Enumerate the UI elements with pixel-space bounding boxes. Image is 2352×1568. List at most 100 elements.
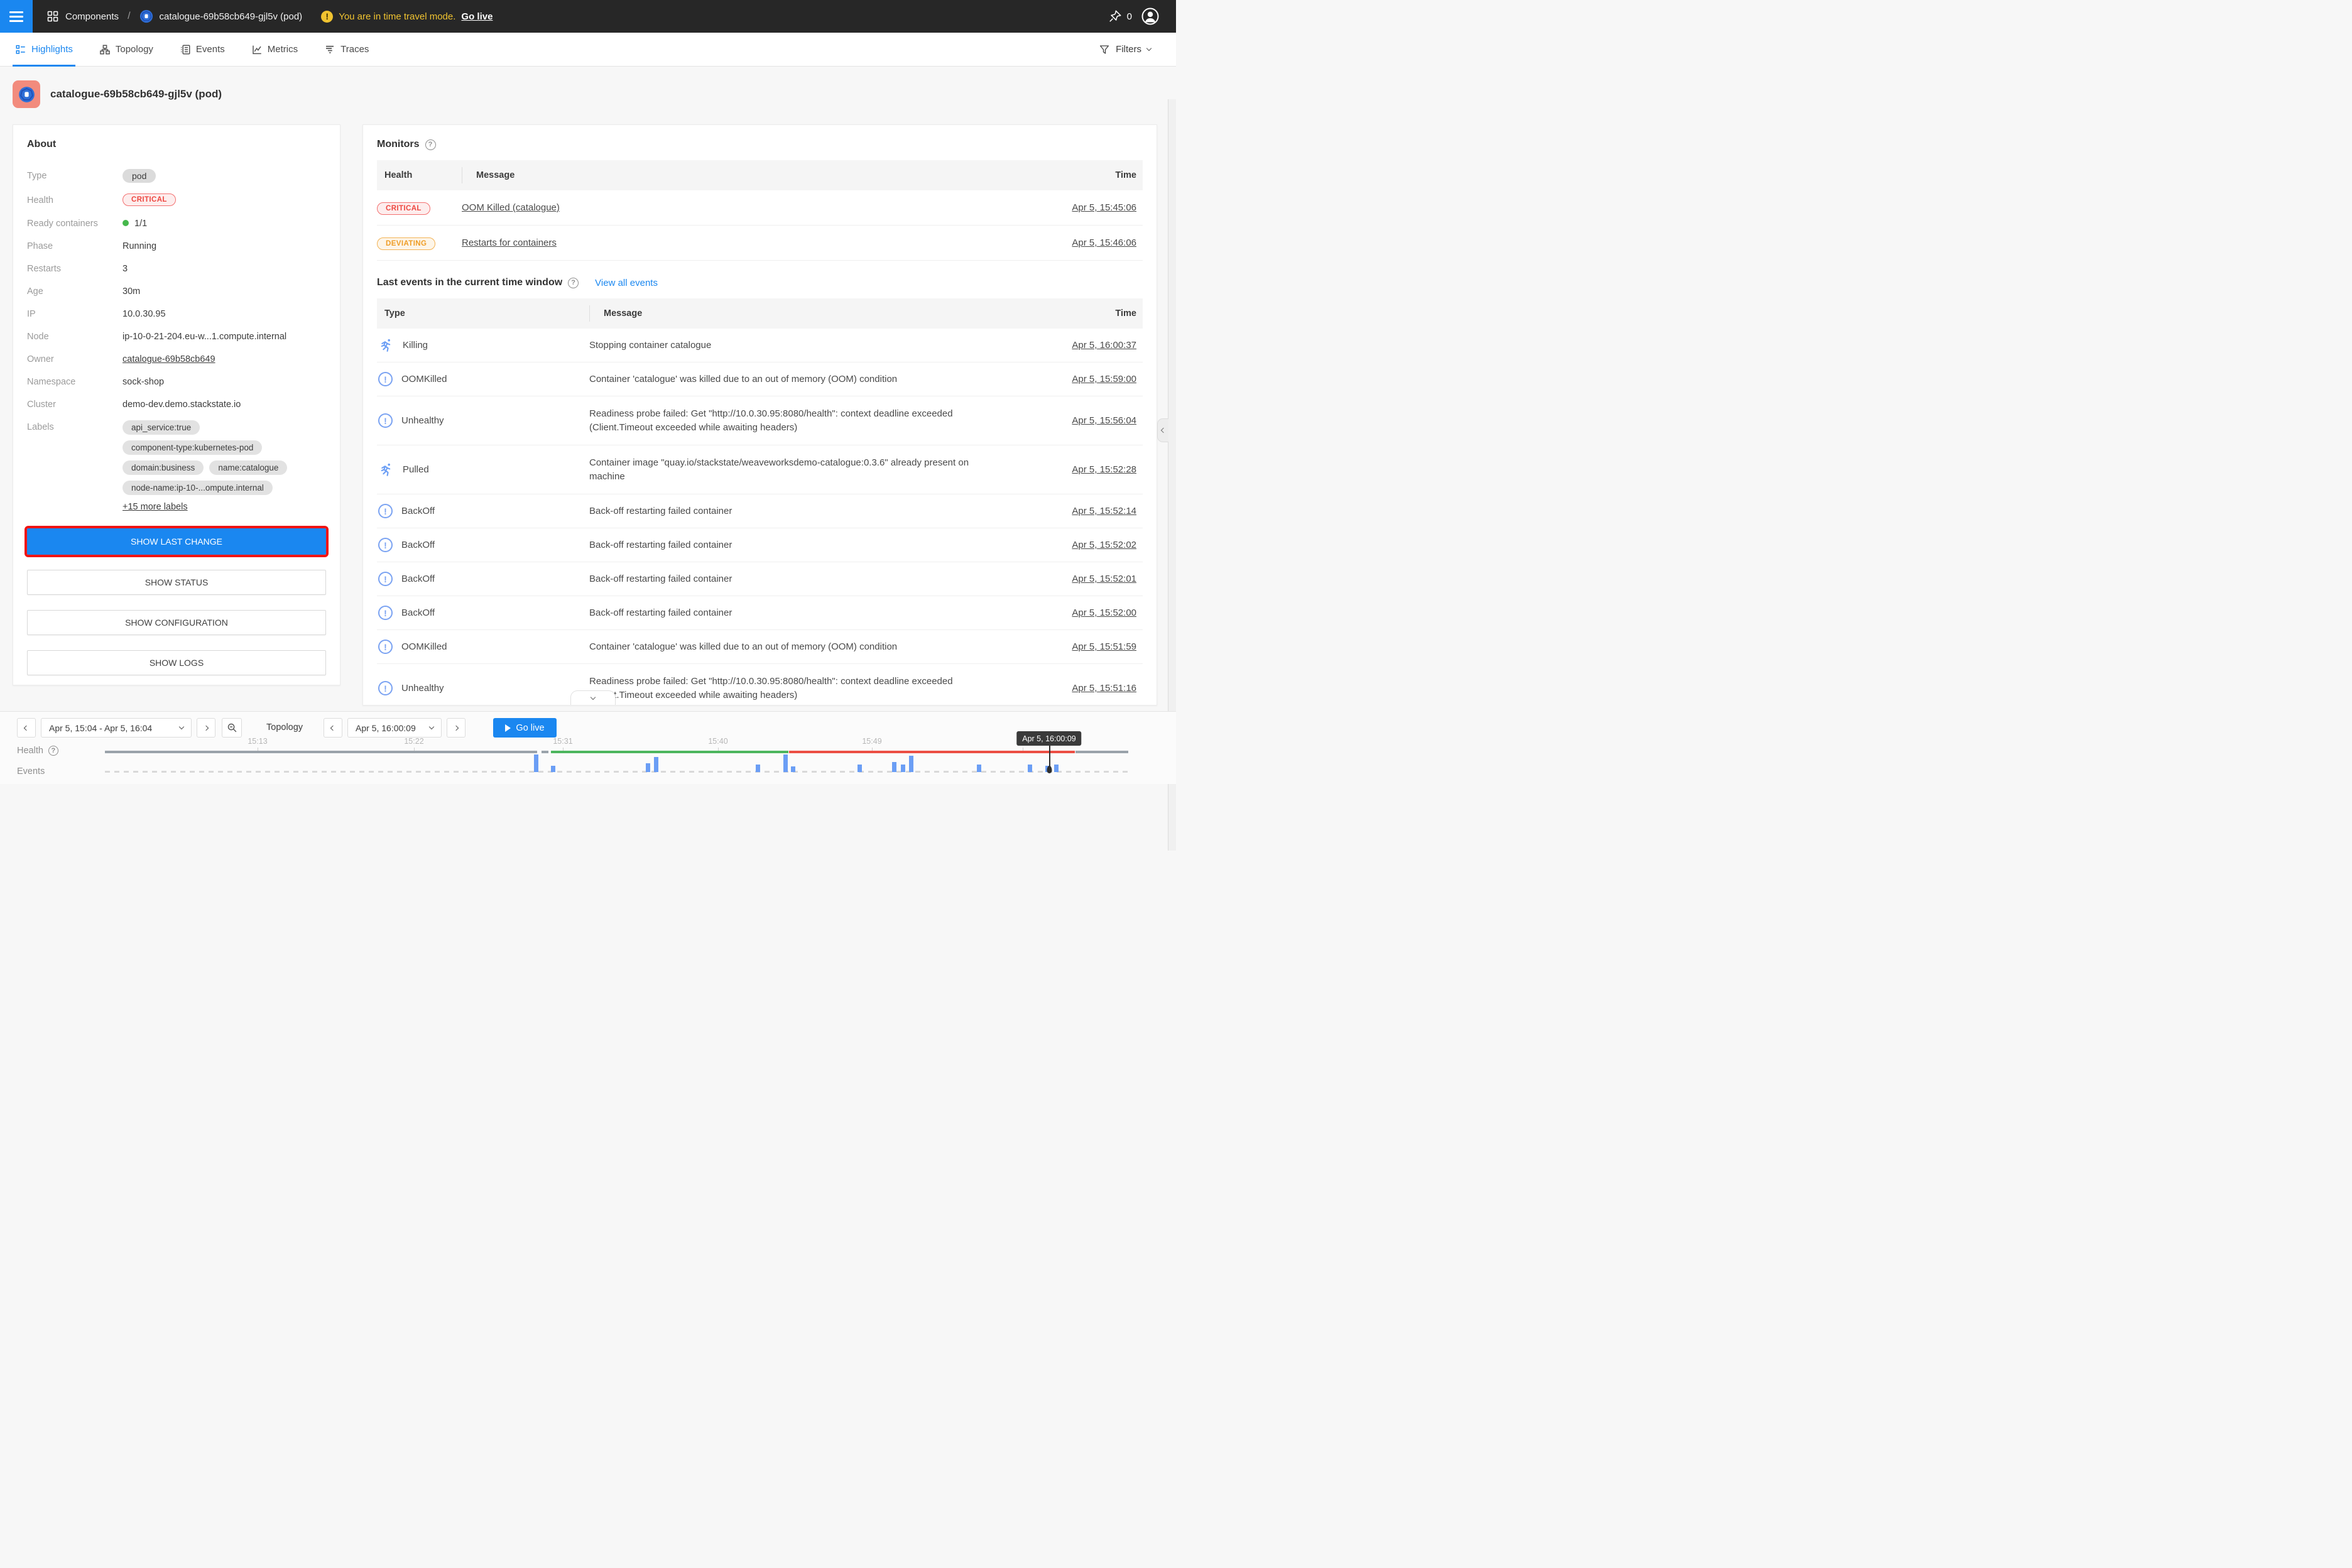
- labels-list: api_service:truecomponent-type:kubernete…: [122, 420, 334, 495]
- go-live-link[interactable]: Go live: [461, 11, 493, 22]
- warning-event-icon: !: [378, 504, 393, 518]
- event-time-link[interactable]: Apr 5, 15:52:00: [1072, 607, 1136, 618]
- event-time-link[interactable]: Apr 5, 15:51:59: [1072, 641, 1136, 652]
- event-bar[interactable]: [892, 762, 896, 772]
- more-labels-link[interactable]: +15 more labels: [122, 502, 188, 512]
- time-travel-text: You are in time travel mode.: [339, 11, 455, 22]
- event-bar[interactable]: [783, 754, 788, 772]
- range-prev-button[interactable]: [17, 718, 36, 738]
- tab-topology[interactable]: Topology: [97, 33, 156, 67]
- chevron-down-icon: [591, 694, 596, 699]
- col-message: Message: [604, 308, 1011, 318]
- health-segment-unknown[interactable]: [542, 751, 548, 753]
- type-pill: pod: [122, 169, 156, 183]
- event-bar[interactable]: [534, 754, 538, 772]
- view-all-events-link[interactable]: View all events: [595, 278, 658, 288]
- time-range-value: Apr 5, 15:04 - Apr 5, 16:04: [49, 723, 152, 733]
- event-time-link[interactable]: Apr 5, 15:52:14: [1072, 506, 1136, 516]
- breadcrumb-components[interactable]: Components: [65, 11, 119, 22]
- label-pill: name:catalogue: [209, 460, 287, 475]
- time-next-button[interactable]: [447, 718, 466, 738]
- event-time-link[interactable]: Apr 5, 15:52:02: [1072, 540, 1136, 550]
- page-title: catalogue-69b58cb649-gjl5v (pod): [50, 88, 222, 101]
- time-prev-button[interactable]: [324, 718, 342, 738]
- tab-label: Topology: [116, 44, 153, 55]
- filters-button[interactable]: Filters: [1099, 44, 1176, 55]
- time-range-select[interactable]: Apr 5, 15:04 - Apr 5, 16:04: [41, 718, 192, 738]
- monitor-message-link[interactable]: Restarts for containers: [462, 237, 557, 248]
- health-segment-unknown[interactable]: [105, 751, 537, 753]
- menu-button[interactable]: [0, 0, 33, 33]
- event-bar[interactable]: [791, 766, 795, 772]
- field-label: Phase: [27, 239, 122, 251]
- event-bar[interactable]: [646, 763, 650, 772]
- help-icon[interactable]: ?: [568, 278, 579, 288]
- topbar-actions: 0: [1108, 7, 1176, 26]
- show-configuration-button[interactable]: SHOW CONFIGURATION: [27, 610, 326, 635]
- event-bar[interactable]: [977, 765, 981, 772]
- event-row: ! BackOff Back-off restarting failed con…: [377, 494, 1143, 528]
- monitor-time-link[interactable]: Apr 5, 15:46:06: [1072, 237, 1136, 248]
- chevron-right-icon: [204, 725, 209, 730]
- age-value: 30m: [122, 285, 140, 297]
- event-bar[interactable]: [551, 766, 555, 772]
- breadcrumb-entity[interactable]: catalogue-69b58cb649-gjl5v (pod): [160, 11, 303, 22]
- chevron-left-icon: [330, 725, 335, 730]
- event-bar[interactable]: [909, 756, 913, 772]
- zoom-out-button[interactable]: [222, 718, 242, 738]
- scroll-down-button[interactable]: [570, 690, 616, 705]
- pin-button[interactable]: 0: [1108, 9, 1132, 23]
- health-segment-healthy[interactable]: [551, 751, 788, 753]
- event-time-link[interactable]: Apr 5, 15:52:01: [1072, 574, 1136, 584]
- col-health: Health: [377, 170, 462, 180]
- event-time-link[interactable]: Apr 5, 15:56:04: [1072, 415, 1136, 426]
- about-row-cluster: Cluster demo-dev.demo.stackstate.io: [27, 398, 326, 410]
- go-live-button[interactable]: Go live: [493, 718, 557, 738]
- event-type-label: Unhealthy: [401, 683, 444, 694]
- about-row-phase: Phase Running: [27, 239, 326, 251]
- monitor-time-link[interactable]: Apr 5, 15:45:06: [1072, 202, 1136, 213]
- event-type-label: BackOff: [401, 607, 435, 618]
- show-last-change-button[interactable]: SHOW LAST CHANGE: [27, 528, 326, 555]
- health-badge: CRITICAL: [122, 193, 176, 206]
- tab-traces[interactable]: Traces: [322, 33, 371, 67]
- running-event-icon: [378, 462, 394, 477]
- col-time: Time: [1011, 170, 1143, 180]
- range-next-button[interactable]: [197, 718, 215, 738]
- about-row-ip: IP 10.0.30.95: [27, 307, 326, 319]
- tab-metrics[interactable]: Metrics: [249, 33, 300, 67]
- event-bar[interactable]: [654, 757, 658, 772]
- funnel-icon: [1099, 44, 1110, 55]
- health-segment-critical[interactable]: [789, 751, 1075, 753]
- help-icon[interactable]: ?: [425, 139, 436, 150]
- topology-time-select[interactable]: Apr 5, 16:00:09: [347, 718, 442, 738]
- event-time-link[interactable]: Apr 5, 15:51:16: [1072, 683, 1136, 694]
- expand-right-panel-button[interactable]: [1157, 418, 1168, 442]
- health-segment-unknown[interactable]: [1075, 751, 1128, 753]
- monitor-message-link[interactable]: OOM Killed (catalogue): [462, 202, 560, 213]
- about-row-labels: Labels api_service:truecomponent-type:ku…: [27, 420, 326, 512]
- tab-highlights[interactable]: Highlights: [13, 33, 75, 67]
- col-time: Time: [1011, 308, 1143, 318]
- monitor-row: CRITICAL OOM Killed (catalogue) Apr 5, 1…: [377, 190, 1143, 226]
- time-marker-line[interactable]: [1049, 746, 1050, 768]
- show-status-button[interactable]: SHOW STATUS: [27, 570, 326, 595]
- event-time-link[interactable]: Apr 5, 15:59:00: [1072, 374, 1136, 384]
- time-marker-pin[interactable]: [1047, 766, 1052, 773]
- avatar[interactable]: [1141, 7, 1160, 26]
- owner-link[interactable]: catalogue-69b58cb649: [122, 352, 215, 364]
- tab-label: Events: [196, 44, 225, 55]
- about-row-node: Node ip-10-0-21-204.eu-w...1.compute.int…: [27, 330, 326, 342]
- label-pill: domain:business: [122, 460, 204, 475]
- event-time-link[interactable]: Apr 5, 16:00:37: [1072, 340, 1136, 351]
- help-icon[interactable]: ?: [48, 746, 58, 756]
- event-bar[interactable]: [1054, 765, 1059, 772]
- event-bar[interactable]: [901, 765, 905, 772]
- event-bar[interactable]: [1028, 765, 1032, 772]
- about-actions: SHOW LAST CHANGE SHOW STATUS SHOW CONFIG…: [27, 528, 326, 675]
- show-logs-button[interactable]: SHOW LOGS: [27, 650, 326, 675]
- event-bar[interactable]: [858, 765, 862, 772]
- event-time-link[interactable]: Apr 5, 15:52:28: [1072, 464, 1136, 475]
- tab-events[interactable]: Events: [177, 33, 227, 67]
- event-bar[interactable]: [756, 765, 760, 772]
